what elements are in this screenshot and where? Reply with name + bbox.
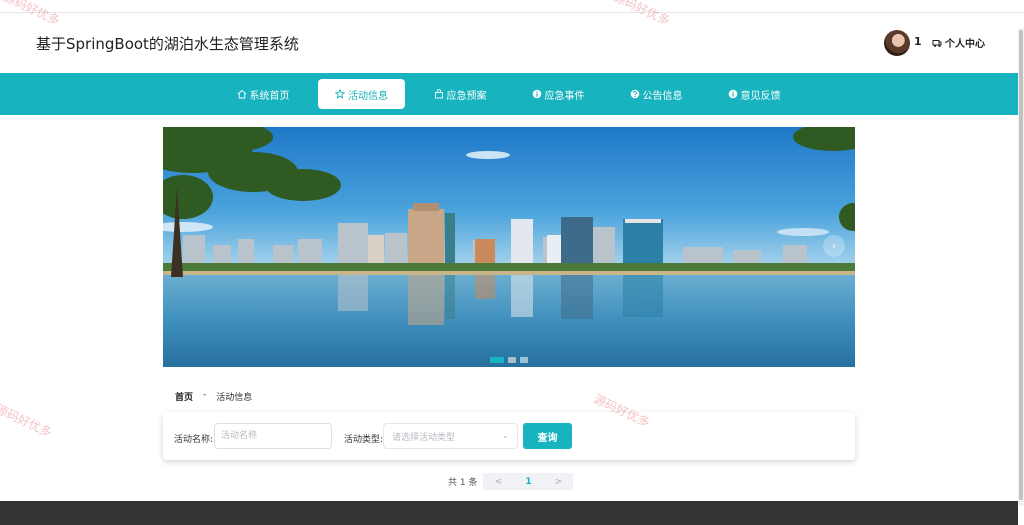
nav-home-label: 系统首页 [249,90,290,102]
site-header: 基于SpringBoot的湖泊水生态管理系统 1 个人中心 [0,13,1024,73]
star-icon [335,89,345,99]
breadcrumb-separator: - [203,390,207,400]
prev-page-button[interactable]: < [483,473,514,490]
activity-type-placeholder: 请选择活动类型 [392,432,456,443]
breadcrumb-current: 活动信息 [216,393,253,403]
pagination: 共 1 条 < 1 > [448,473,574,490]
username[interactable]: 1 [914,35,922,48]
user-center-link[interactable]: 个人中心 [932,35,985,50]
nav-emergency-events-label: 应急事件 [544,90,585,102]
breadcrumb: 首页 - 活动信息 [175,390,252,403]
pagination-total: 共 1 条 [448,478,478,488]
main-nav: 系统首页 活动信息 应急预案 应急事件 公告信息 意见反馈 [0,73,1018,115]
next-page-button[interactable]: > [543,473,574,490]
query-button[interactable]: 查询 [523,423,572,449]
user-center-label: 个人中心 [945,39,985,50]
nav-feedback[interactable]: 意见反馈 [718,79,790,109]
info-icon [532,89,541,99]
page-footer [0,501,1018,525]
activity-name-input[interactable] [214,423,332,449]
home-icon [237,89,246,99]
activity-type-label: 活动类型: [344,435,384,445]
nav-home[interactable]: 系统首页 [228,79,298,109]
page-number-1[interactable]: 1 [513,473,544,490]
nav-activities[interactable]: 活动信息 [318,79,405,109]
breadcrumb-home[interactable]: 首页 [175,390,193,403]
lake-city-image [163,127,855,367]
scrollbar-thumb[interactable] [1019,30,1023,500]
bag-icon [434,89,443,99]
nav-emergency-events[interactable]: 应急事件 [522,79,594,109]
nav-activities-label: 活动信息 [348,90,388,102]
carousel-dot-1[interactable] [490,357,504,363]
info-icon [728,89,737,99]
nav-announcements[interactable]: 公告信息 [620,79,692,109]
avatar[interactable] [884,30,910,56]
nav-feedback-label: 意见反馈 [740,90,781,102]
nav-emergency-plans-label: 应急预案 [446,90,487,102]
question-icon [630,89,639,99]
carousel-dot-2[interactable] [508,357,516,363]
nav-announcements-label: 公告信息 [642,90,683,102]
activity-name-label: 活动名称: [174,435,214,445]
search-panel: 活动名称: 活动类型: 请选择活动类型 ⌄ 查询 [163,412,855,460]
nav-emergency-plans[interactable]: 应急预案 [424,79,496,109]
activity-type-select[interactable]: 请选择活动类型 ⌄ [383,423,518,449]
carousel-dot-3[interactable] [520,357,528,363]
carousel-banner[interactable]: › [163,127,855,367]
chevron-down-icon: ⌄ [501,431,509,441]
watermark-left: 源码好优多 [0,401,54,440]
user-center-icon [932,39,942,47]
carousel-next-button[interactable]: › [823,235,845,257]
site-title: 基于SpringBoot的湖泊水生态管理系统 [36,35,299,53]
